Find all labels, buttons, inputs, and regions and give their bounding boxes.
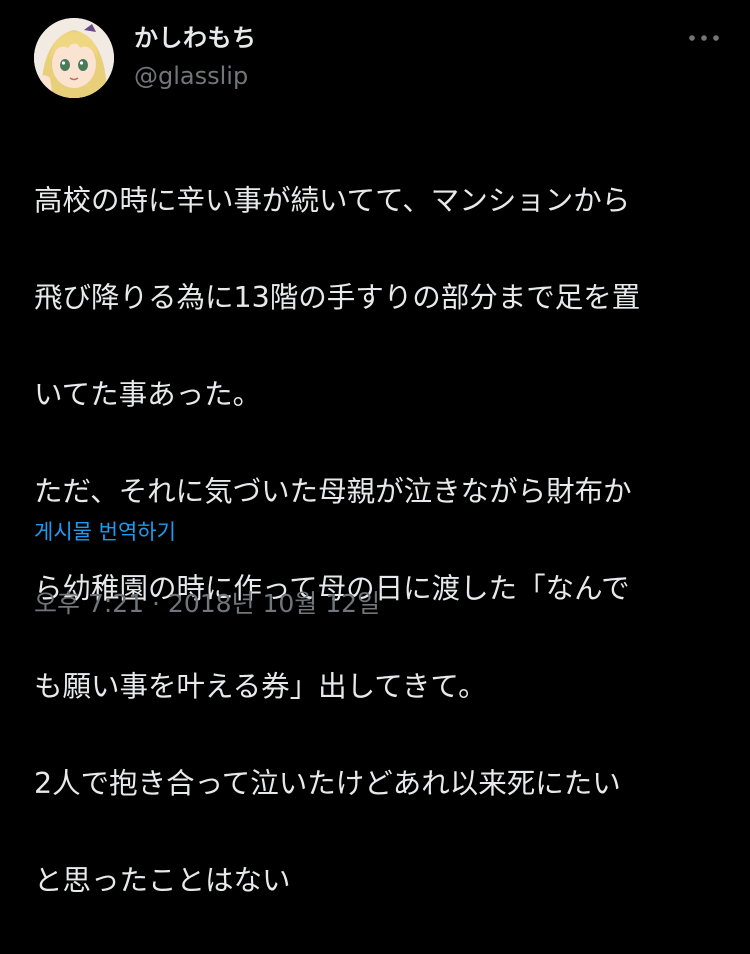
post-text-line: 高校の時に辛い事が続いてて、マンションから (34, 183, 631, 217)
post-text-line: も願い事を叶える券」出してきて。 (34, 669, 487, 703)
post-text-line: いてた事あった。 (34, 377, 262, 411)
post-text-line: ただ、それに気づいた母親が泣きながら財布か (34, 475, 632, 509)
post-timestamp[interactable]: 오후 7:21 · 2018년 10월 12일 (34, 584, 380, 620)
author-names: かしわもち @glasslip (134, 22, 257, 92)
post-text-line: 2人で抱き合って泣いたけどあれ以来死にたい (34, 766, 621, 800)
tweet-header: かしわもち @glasslip (34, 18, 724, 108)
post-text-line: と思ったことはない (34, 863, 291, 897)
anime-avatar-icon (34, 18, 114, 98)
tweet-card: かしわもち @glasslip 高校の時に辛い事が続いてて、マンションから 飛び… (0, 0, 750, 897)
avatar[interactable] (34, 18, 114, 98)
post-text-line: 飛び降りる為に13階の手すりの部分まで足を置 (34, 280, 641, 314)
translate-post-link[interactable]: 게시물 번역하기 (34, 516, 176, 546)
user-handle[interactable]: @glasslip (134, 60, 257, 92)
display-name[interactable]: かしわもち (134, 22, 257, 54)
more-options-button[interactable] (684, 26, 724, 50)
more-horizontal-icon (689, 35, 719, 41)
